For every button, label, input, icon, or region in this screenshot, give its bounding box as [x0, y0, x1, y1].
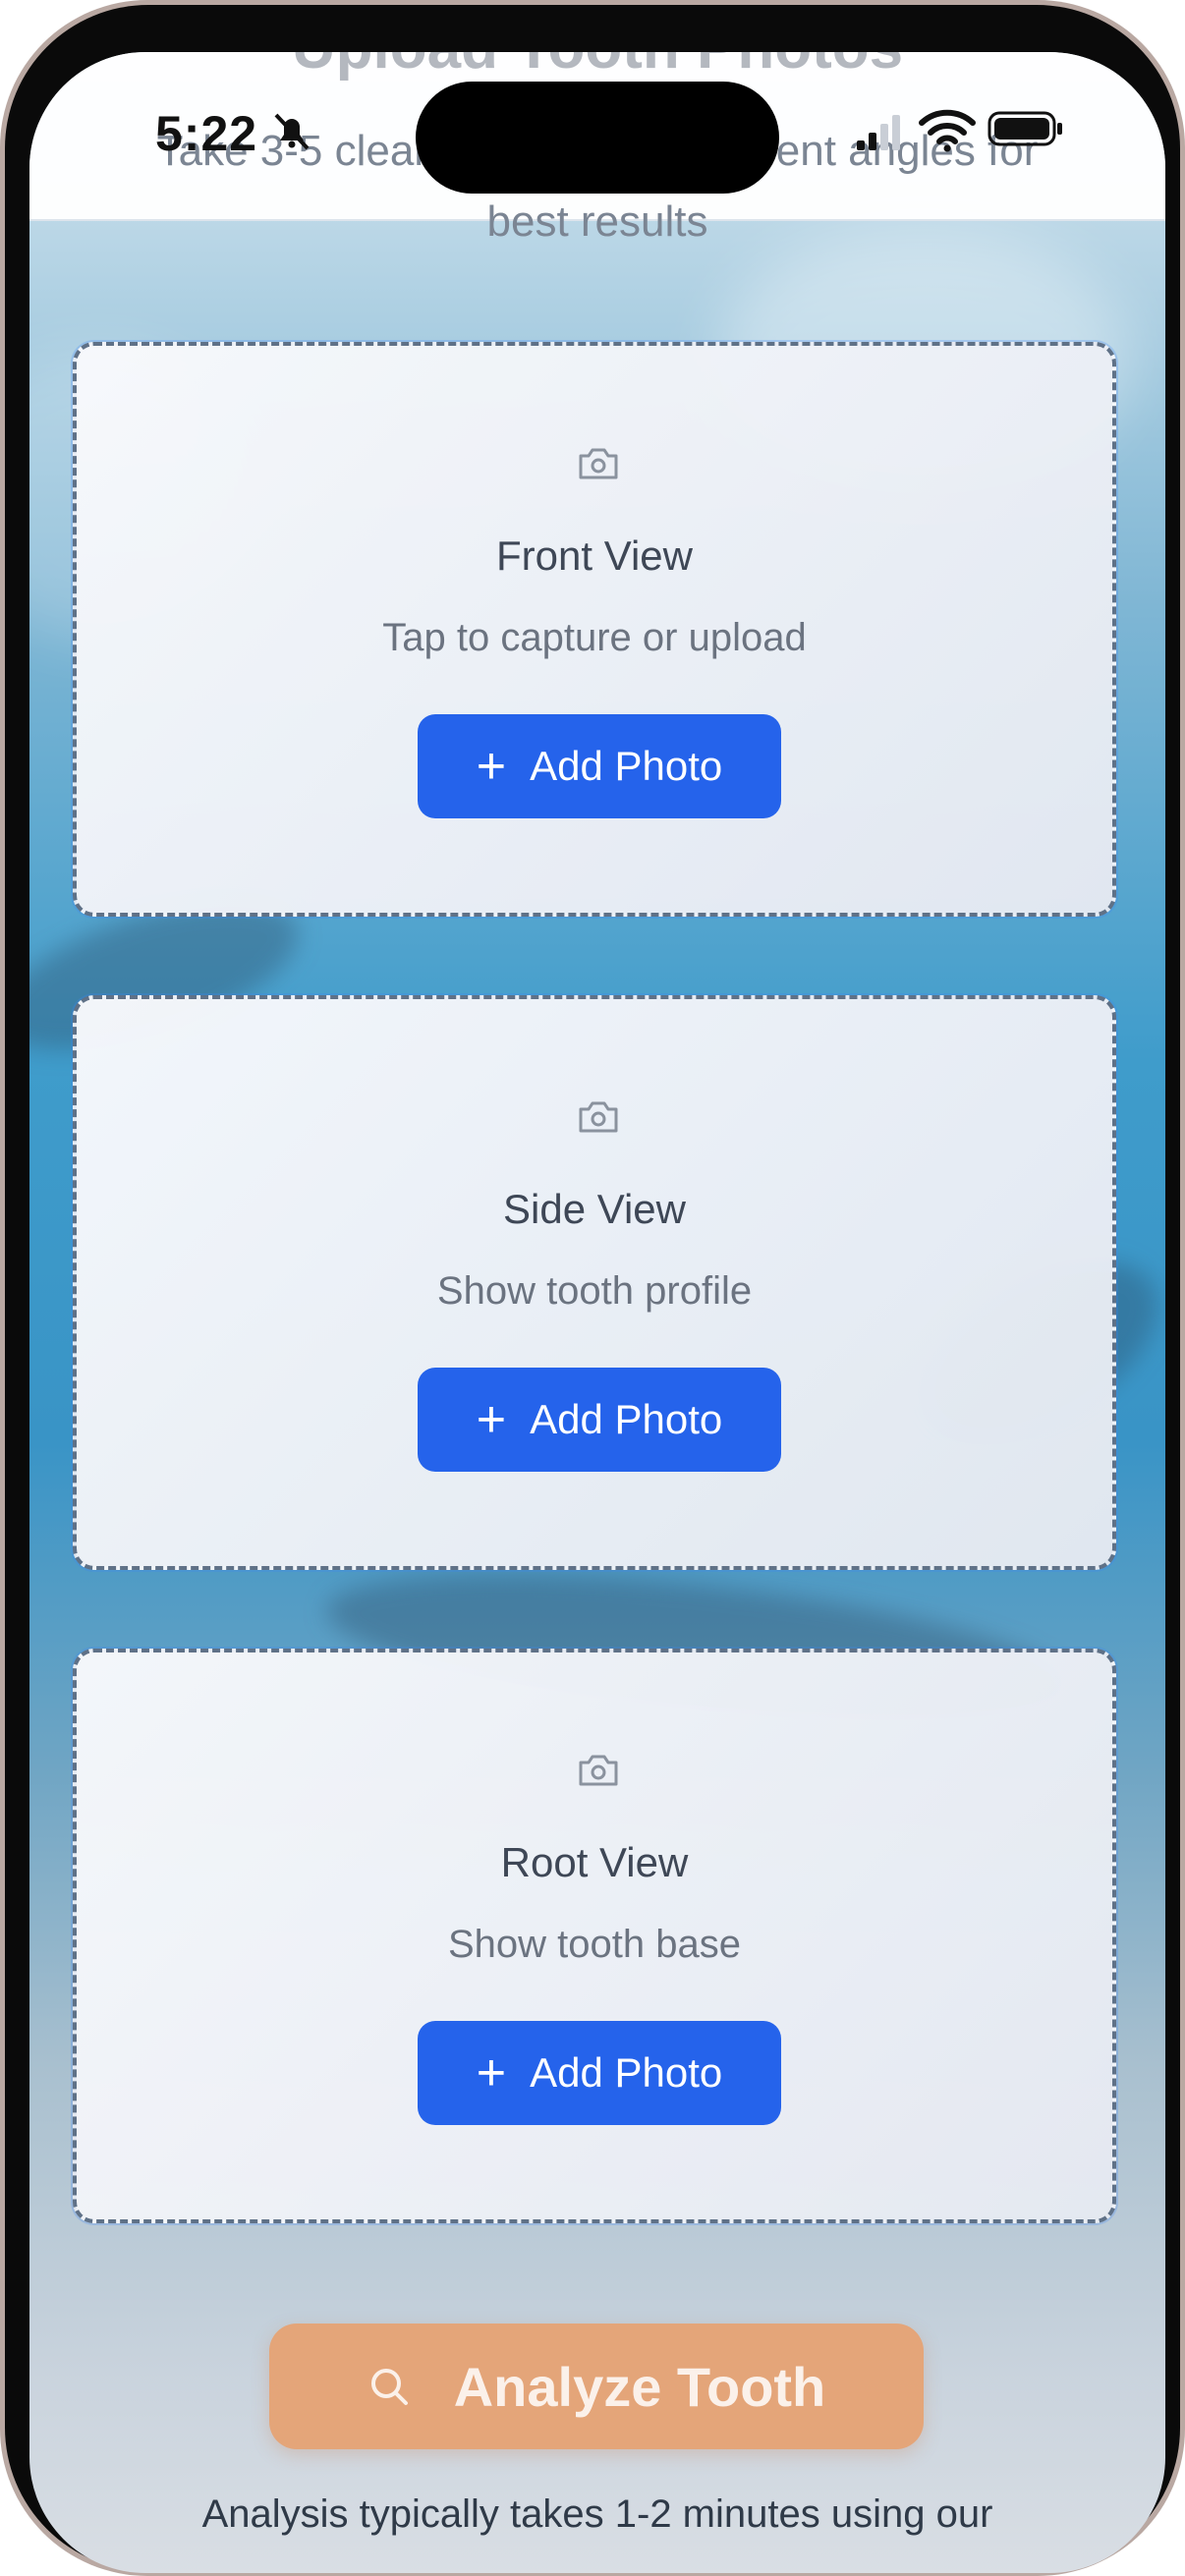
analyze-label: Analyze Tooth — [453, 2355, 826, 2418]
battery-icon — [988, 111, 1062, 146]
page-title: Upload Tooth Photos — [29, 52, 1165, 83]
wifi-icon — [919, 109, 976, 152]
upload-card-side[interactable]: Side View Show tooth profile + Add Photo — [73, 995, 1116, 1570]
upload-card-root[interactable]: Root View Show tooth base + Add Photo — [73, 1649, 1116, 2223]
plus-icon: + — [476, 2044, 507, 2101]
card-title: Side View — [502, 1186, 686, 1232]
camera-icon — [579, 448, 618, 479]
bell-slash-icon — [274, 113, 310, 150]
plus-icon: + — [476, 738, 507, 795]
add-photo-button[interactable]: + Add Photo — [418, 2021, 781, 2125]
add-photo-button[interactable]: + Add Photo — [418, 714, 781, 818]
add-photo-label: Add Photo — [530, 2049, 723, 2096]
card-title: Front View — [496, 532, 693, 579]
camera-icon — [579, 1101, 618, 1133]
card-subtitle: Show tooth base — [448, 1923, 741, 1966]
phone-frame: Upload Tooth Photos Take 3-5 clear photo… — [0, 0, 1185, 2576]
upload-card-front[interactable]: Front View Tap to capture or upload + Ad… — [73, 342, 1116, 917]
card-subtitle: Show tooth profile — [436, 1269, 753, 1313]
card-subtitle: Tap to capture or upload — [382, 616, 807, 659]
add-photo-button[interactable]: + Add Photo — [418, 1368, 781, 1472]
dynamic-island — [416, 82, 779, 194]
camera-icon — [579, 1755, 618, 1786]
footer-note: Analysis typically takes 1-2 minutes usi… — [201, 2492, 993, 2536]
subtitle-line: best results — [486, 197, 708, 246]
add-photo-label: Add Photo — [530, 743, 723, 789]
app-screen: Upload Tooth Photos Take 3-5 clear photo… — [29, 52, 1165, 2573]
phone-bezel: Upload Tooth Photos Take 3-5 clear photo… — [5, 5, 1180, 2573]
add-photo-label: Add Photo — [530, 1396, 723, 1442]
signal-icon — [857, 115, 900, 150]
analyze-tooth-button[interactable]: Analyze Tooth — [269, 2324, 924, 2449]
plus-icon: + — [476, 1391, 507, 1448]
search-icon — [370, 2369, 408, 2405]
card-title: Root View — [500, 1839, 689, 1885]
status-time: 5:22 — [155, 106, 258, 161]
